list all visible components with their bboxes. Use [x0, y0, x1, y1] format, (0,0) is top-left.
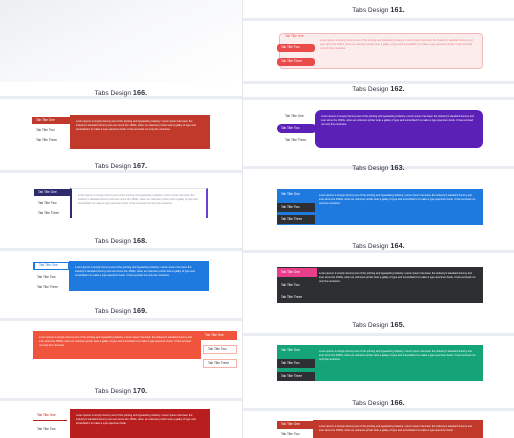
- tab-title-three[interactable]: Tab Title Three: [277, 215, 315, 224]
- tab-content-text: Lorem ipsum is simply dummy text of the …: [76, 414, 196, 426]
- tab-content-panel: Lorem ipsum is simply dummy text of the …: [33, 331, 201, 359]
- tab-title-one[interactable]: Tab Title One: [33, 262, 69, 270]
- tab-title-three[interactable]: Tab Title Three: [277, 293, 315, 302]
- tab-title-three[interactable]: Tab Title Three: [277, 58, 315, 66]
- tab-content-panel: Lorem ipsum is simply dummy text of the …: [70, 115, 210, 149]
- section-title-170: Tabs Design 170.: [94, 386, 148, 395]
- tab-title-two[interactable]: Tab Title Two: [277, 44, 315, 52]
- tab-title-two[interactable]: Tab Title Two: [277, 124, 317, 133]
- tab-content-panel: Lorem ipsum is simply dummy text of the …: [70, 188, 208, 218]
- section-band: [0, 170, 242, 173]
- tab-content-text: Lorem ipsum is simply dummy text of the …: [319, 425, 472, 433]
- tab-title-one[interactable]: Tab Title One: [277, 421, 315, 429]
- tab-content-panel: Lorem ipsum is simply dummy text of the …: [315, 110, 483, 148]
- section-band: [243, 97, 514, 100]
- section-band: [0, 318, 242, 321]
- section-band: [0, 248, 242, 251]
- tab-title-one[interactable]: Tab Title One: [281, 113, 317, 120]
- tab-title-three[interactable]: Tab Title Three: [281, 137, 317, 144]
- tab-title-two[interactable]: Tab Title Two: [33, 274, 69, 281]
- tab-title-two[interactable]: Tab Title Two: [277, 203, 315, 212]
- tab-title-one[interactable]: Tab Title One: [33, 412, 69, 419]
- tab-content-text: Lorem ipsum is simply dummy text of the …: [75, 266, 195, 278]
- section-title-162: Tabs Design 162.: [352, 84, 405, 93]
- section-title-169: Tabs Design 169.: [94, 306, 148, 315]
- section-band: [243, 333, 514, 336]
- tab-title-three[interactable]: Tab Title Three: [33, 284, 69, 291]
- section-title-left-166: Tabs Design 166.: [94, 88, 148, 97]
- tab-title-two[interactable]: Tab Title Two: [277, 359, 315, 368]
- tab-title-one[interactable]: Tab Title One: [281, 33, 317, 41]
- section-title-161: Tabs Design 161.: [352, 5, 405, 14]
- tab-title-three[interactable]: Tab Title Three: [32, 137, 70, 144]
- section-band: [0, 398, 242, 401]
- section-title-right-166: Tabs Design 166.: [352, 398, 405, 407]
- tab-title-two[interactable]: Tab Title Two: [33, 426, 69, 433]
- section-band: [243, 408, 514, 411]
- section-title-167: Tabs Design 167.: [94, 161, 148, 170]
- tab-content-text: Lorem ipsum is simply dummy text of the …: [321, 115, 474, 127]
- tab-title-one[interactable]: Tab Title One: [34, 189, 70, 196]
- tab-title-one[interactable]: Tab Title One: [277, 190, 317, 199]
- tab-content-text: Lorem ipsum is simply dummy text of the …: [76, 120, 196, 132]
- tab-title-three[interactable]: Tab Title Three: [203, 359, 237, 368]
- section-title-163: Tabs Design 163.: [352, 163, 405, 172]
- section-title-164: Tabs Design 164.: [352, 241, 405, 250]
- tab-content-text: Lorem ipsum is simply dummy text of the …: [319, 194, 476, 206]
- section-band: [243, 18, 514, 21]
- tab-title-two[interactable]: Tab Title Two: [203, 345, 237, 354]
- section-band: [243, 250, 514, 253]
- tab-title-one[interactable]: Tab Title One: [32, 117, 70, 124]
- tab-title-two[interactable]: Tab Title Two: [32, 127, 70, 134]
- tab-title-two[interactable]: Tab Title Two: [34, 200, 70, 207]
- tab-title-one[interactable]: Tab Title One: [277, 268, 317, 277]
- tab-title-one[interactable]: Tab Title One: [201, 331, 237, 340]
- tab-title-three[interactable]: Tab Title Three: [34, 210, 70, 217]
- tab-title-two[interactable]: Tab Title Two: [277, 432, 315, 438]
- tab-content-text: Lorem ipsum is simply dummy text of the …: [39, 336, 192, 348]
- tab-title-two[interactable]: Tab Title Two: [277, 281, 315, 290]
- tab-title-one[interactable]: Tab Title One: [277, 346, 317, 355]
- tab-content-text: Lorem ipsum is simply dummy text of the …: [320, 39, 473, 51]
- tab-content-panel: Lorem ipsum is simply dummy text of the …: [313, 420, 483, 438]
- tab-content-panel: Lorem ipsum is simply dummy text of the …: [69, 261, 209, 291]
- section-title-165: Tabs Design 165.: [352, 320, 405, 329]
- tab-content-text: Lorem ipsum is simply dummy text of the …: [319, 350, 476, 362]
- tab-underline: [33, 420, 67, 421]
- left-column: Tabs Design 166. Tab Title One Tab Title…: [0, 0, 242, 438]
- right-column: Tabs Design 161. Lorem ipsum is simply d…: [242, 0, 514, 438]
- tab-title-three[interactable]: Tab Title Three: [277, 372, 315, 381]
- tab-content-panel: Lorem ipsum is simply dummy text of the …: [70, 409, 210, 438]
- section-title-168: Tabs Design 168.: [94, 236, 148, 245]
- tab-content-text: Lorem ipsum is simply dummy text of the …: [319, 272, 476, 284]
- tab-content-text: Lorem ipsum is simply dummy text of the …: [78, 194, 198, 206]
